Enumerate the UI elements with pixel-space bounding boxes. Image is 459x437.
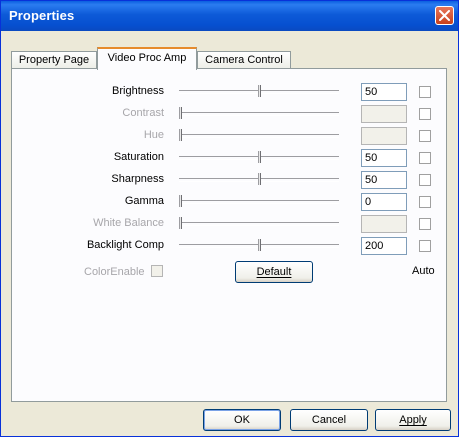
auto-column-label: Auto <box>412 265 435 277</box>
contrast-slider-track <box>179 112 339 116</box>
cancel-button[interactable]: Cancel <box>290 409 368 431</box>
white-balance-auto-checkbox[interactable] <box>419 218 431 230</box>
gamma-slider-track <box>179 200 339 204</box>
saturation-slider-thumb[interactable] <box>258 151 261 163</box>
hue-auto-checkbox[interactable] <box>419 130 431 142</box>
hue-slider-thumb <box>179 129 182 141</box>
saturation-auto-checkbox[interactable] <box>419 152 431 164</box>
tab-video-proc-amp[interactable]: Video Proc Amp <box>97 47 197 70</box>
white-balance-slider-thumb <box>179 217 182 229</box>
brightness-slider[interactable] <box>179 85 339 97</box>
sharpness-slider[interactable] <box>179 173 339 185</box>
white-balance-slider-track <box>179 222 339 226</box>
title-bar[interactable]: Properties <box>1 1 458 31</box>
gamma-slider[interactable] <box>179 195 339 207</box>
saturation-value-input[interactable]: 50 <box>361 149 407 167</box>
backlight-comp-slider[interactable] <box>179 239 339 251</box>
tab-property-page[interactable]: Property Page <box>11 51 97 69</box>
contrast-slider-thumb <box>179 107 182 119</box>
hue-slider-track <box>179 134 339 138</box>
hue-value-input <box>361 127 407 145</box>
default-button[interactable]: Default <box>235 261 313 283</box>
sharpness-auto-checkbox[interactable] <box>419 174 431 186</box>
backlight-comp-auto-checkbox[interactable] <box>419 240 431 252</box>
properties-dialog: Properties Property Page Video Proc Amp … <box>0 0 459 437</box>
saturation-slider[interactable] <box>179 151 339 163</box>
white-balance-value-input <box>361 215 407 233</box>
contrast-value-input <box>361 105 407 123</box>
brightness-value-input[interactable]: 50 <box>361 83 407 101</box>
contrast-label: Contrast <box>122 107 164 119</box>
gamma-value-input[interactable]: 0 <box>361 193 407 211</box>
apply-button-label: Apply <box>399 414 427 426</box>
brightness-slider-thumb[interactable] <box>258 85 261 97</box>
apply-button[interactable]: Apply <box>375 409 451 431</box>
backlight-comp-slider-thumb[interactable] <box>258 239 261 251</box>
close-button[interactable] <box>435 6 454 25</box>
tab-camera-control[interactable]: Camera Control <box>197 51 291 69</box>
default-button-label: Default <box>256 266 292 278</box>
ok-button[interactable]: OK <box>203 409 281 431</box>
white-balance-label: White Balance <box>93 217 164 229</box>
white-balance-slider <box>179 217 339 229</box>
hue-slider <box>179 129 339 141</box>
sharpness-label: Sharpness <box>111 173 164 185</box>
gamma-slider-thumb[interactable] <box>179 195 182 207</box>
window-title: Properties <box>9 8 75 23</box>
color-enable-checkbox[interactable] <box>151 265 163 277</box>
brightness-auto-checkbox[interactable] <box>419 86 431 98</box>
close-icon <box>439 10 450 21</box>
saturation-label: Saturation <box>113 151 164 163</box>
hue-label: Hue <box>143 129 164 141</box>
cancel-button-label: Cancel <box>311 414 347 426</box>
sharpness-slider-thumb[interactable] <box>258 173 261 185</box>
gamma-label: Gamma <box>124 195 164 207</box>
backlight-comp-label: Backlight Comp <box>86 239 164 251</box>
ok-button-label: OK <box>234 414 250 426</box>
color-enable-label: ColorEnable <box>84 266 145 278</box>
contrast-slider <box>179 107 339 119</box>
gamma-auto-checkbox[interactable] <box>419 196 431 208</box>
sharpness-value-input[interactable]: 50 <box>361 171 407 189</box>
brightness-label: Brightness <box>112 85 164 97</box>
contrast-auto-checkbox[interactable] <box>419 108 431 120</box>
backlight-comp-value-input[interactable]: 200 <box>361 237 407 255</box>
